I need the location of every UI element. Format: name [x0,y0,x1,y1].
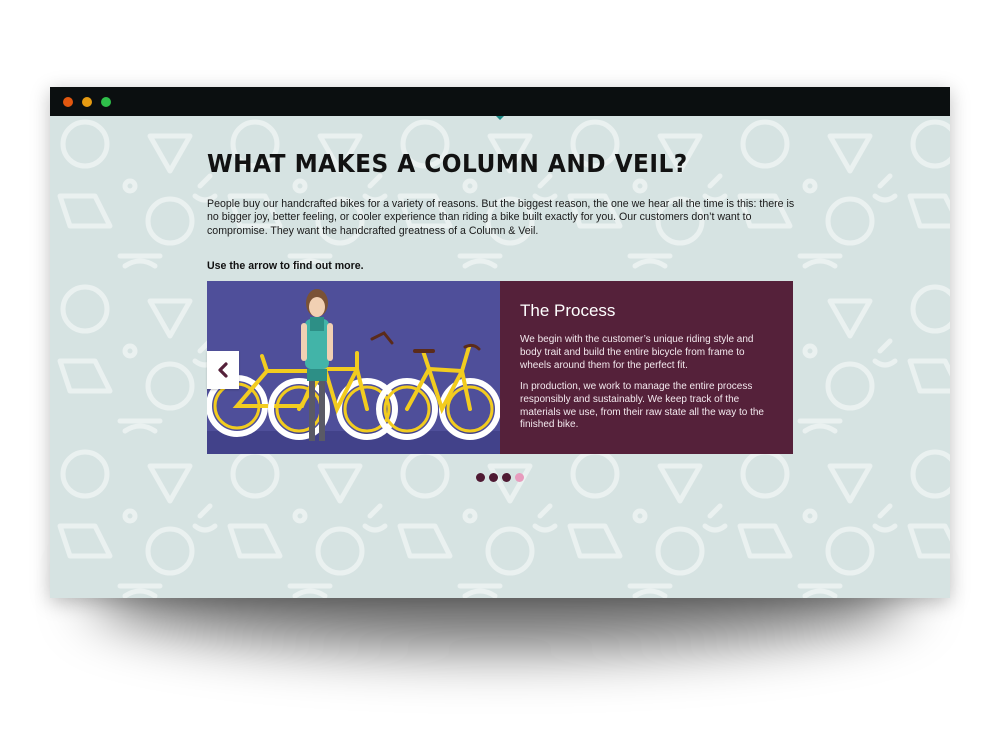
slider-pagination [476,473,526,483]
page-heading: WHAT MAKES A COLUMN AND VEIL? [207,149,688,178]
cta-text: Use the arrow to find out more. [207,260,364,272]
maximize-window-button[interactable] [101,97,111,107]
slide-text-panel: The Process We begin with the customer’s… [500,281,793,454]
window-titlebar [50,87,950,116]
previous-slide-button[interactable] [207,351,239,389]
process-slider: The Process We begin with the customer’s… [207,281,793,454]
chevron-left-icon [218,362,228,378]
intro-paragraph: People buy our handcrafted bikes for a v… [207,198,795,237]
bicycles-illustration [207,281,500,454]
slide-paragraph-1: We begin with the customer’s unique ridi… [520,334,754,371]
browser-window: WHAT MAKES A COLUMN AND VEIL? People buy… [50,87,950,598]
pagination-dot[interactable] [489,473,498,482]
minimize-window-button[interactable] [82,97,92,107]
close-window-button[interactable] [63,97,73,107]
slide-illustration [207,281,500,454]
pagination-dot[interactable] [502,473,511,482]
pagination-dot[interactable] [515,473,524,482]
slide-paragraph-2: In production, we work to manage the ent… [520,381,764,431]
nav-indicator-icon [496,116,504,120]
pagination-dot[interactable] [476,473,485,482]
slide-title: The Process [520,301,616,320]
